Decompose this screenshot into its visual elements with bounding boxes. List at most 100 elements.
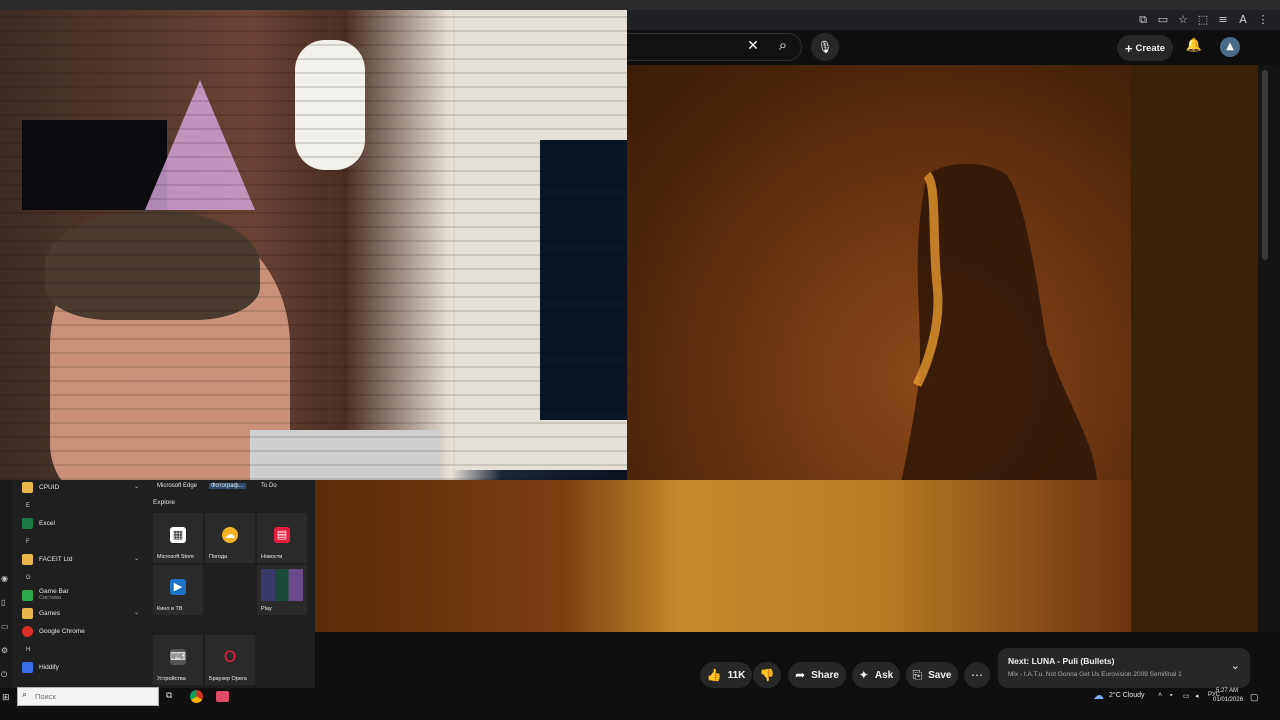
create-label: Create xyxy=(1135,42,1166,54)
plus-icon: + xyxy=(1124,40,1133,56)
video-frame-glow xyxy=(315,480,1131,632)
taskbar-search-input[interactable] xyxy=(17,687,159,706)
chevron-down-icon[interactable]: ⌄ xyxy=(1231,659,1240,672)
browser-tab-strip xyxy=(0,0,1280,10)
search-icon: ⌕ xyxy=(22,690,28,700)
folder-icon xyxy=(22,553,33,565)
notifications-bell-icon[interactable]: 🔔 xyxy=(1185,38,1203,56)
like-count: 11K xyxy=(727,669,746,681)
voice-search-icon[interactable]: 🎙 xyxy=(811,33,839,61)
search-icon[interactable]: ⌕ xyxy=(773,36,793,56)
tile-microsoft-edge[interactable]: Microsoft Edge xyxy=(157,483,197,489)
tile-devices[interactable]: ⌨ Устройства xyxy=(153,635,203,685)
ask-button[interactable]: ✦ Ask xyxy=(852,662,900,688)
more-actions-button[interactable]: ⋯ xyxy=(964,662,990,688)
translate-icon[interactable]: A xyxy=(1236,13,1250,27)
like-button[interactable]: 👍 11K xyxy=(700,662,752,688)
thumbs-down-icon: 👎 xyxy=(759,668,775,682)
cast-icon[interactable]: ▭ xyxy=(1156,13,1170,27)
tile-movies-tv[interactable]: ▶ Кино и ТВ xyxy=(153,565,203,615)
share-button[interactable]: ➦ Share xyxy=(788,662,846,688)
excel-icon xyxy=(22,517,33,529)
chevron-down-icon[interactable]: ⌄ xyxy=(134,555,139,562)
tile-weather[interactable]: ☁ Погода xyxy=(205,513,255,563)
tile-microsoft-store[interactable]: ▦ Microsoft Store xyxy=(153,513,203,563)
browser-toolbar: ⧉ ▭ ☆ ⬚ ≡ A ⋮ xyxy=(627,10,1280,30)
extensions-icon[interactable]: ⬚ xyxy=(1196,13,1210,27)
documents-icon[interactable]: ▯ xyxy=(1,598,5,607)
start-app-google-chrome[interactable]: Google Chrome xyxy=(22,623,85,639)
tray-app-icon[interactable]: ▪ xyxy=(1170,692,1172,699)
volume-icon[interactable]: ◂ xyxy=(1195,692,1199,700)
game-bar-icon xyxy=(22,589,33,601)
opera-icon: O xyxy=(223,647,237,666)
task-view-icon[interactable]: ⧉ xyxy=(166,690,172,701)
bookmark-icon: ⎘ xyxy=(912,667,923,682)
start-app-games[interactable]: Games xyxy=(22,605,60,621)
media-control-icon[interactable]: ≡ xyxy=(1216,13,1230,27)
scrollbar-thumb[interactable] xyxy=(1262,70,1268,260)
video-edge xyxy=(1131,65,1258,632)
weather-status[interactable]: 2°C Cloudy xyxy=(1109,692,1144,699)
chrome-icon xyxy=(22,625,33,637)
settings-icon[interactable]: ⚙ xyxy=(1,646,8,655)
up-next-subtitle: Mix - t.A.T.u. Not Gonna Get Us Eurovisi… xyxy=(1008,671,1182,678)
chrome-taskbar-icon[interactable] xyxy=(190,690,203,703)
open-in-new-icon[interactable]: ⧉ xyxy=(1136,13,1150,27)
tile-photos[interactable]: Фотограф... xyxy=(209,483,246,489)
start-app-excel[interactable]: Excel xyxy=(22,515,55,531)
devices-icon: ⌨ xyxy=(170,649,186,665)
letter-heading[interactable]: G xyxy=(26,575,31,581)
create-button[interactable]: + Create xyxy=(1117,35,1173,61)
webcam-texture xyxy=(0,10,627,480)
app-taskbar-icon[interactable] xyxy=(216,691,229,702)
tile-opera[interactable]: O Браузер Opera xyxy=(205,635,255,685)
folder-icon xyxy=(22,607,33,619)
power-icon[interactable]: ⏻ xyxy=(1,670,7,680)
avatar[interactable]: ▲ xyxy=(1220,37,1240,57)
sparkle-icon: ✦ xyxy=(858,668,869,682)
explore-heading: Explore xyxy=(153,499,176,506)
cloud-icon: ☁ xyxy=(1093,690,1104,702)
pictures-icon[interactable]: ▭ xyxy=(1,622,9,631)
start-app-faceit[interactable]: FACEIT Ltd xyxy=(22,551,72,567)
chevron-down-icon[interactable]: ⌄ xyxy=(134,483,139,490)
start-app-cpuid[interactable]: CPUID xyxy=(22,479,59,495)
letter-heading[interactable]: E xyxy=(26,503,30,509)
letter-heading[interactable]: H xyxy=(26,647,30,653)
start-app-hiddify[interactable]: Hiddify xyxy=(22,659,59,675)
folder-icon xyxy=(22,481,33,493)
more-horizontal-icon: ⋯ xyxy=(971,668,983,682)
ask-label: Ask xyxy=(874,669,894,681)
start-app-game-bar[interactable]: Game Bar Система xyxy=(22,586,69,604)
letter-heading[interactable]: F xyxy=(26,539,30,545)
save-button[interactable]: ⎘ Save xyxy=(906,662,958,688)
tile-news[interactable]: ▤ Новости xyxy=(257,513,307,563)
notifications-icon[interactable]: ▢ xyxy=(1250,692,1259,703)
tile-play[interactable]: Play xyxy=(257,565,307,615)
share-icon: ➦ xyxy=(795,668,806,682)
movies-icon: ▶ xyxy=(170,579,186,595)
tray-chevron-icon[interactable]: ˄ xyxy=(1158,692,1162,699)
network-icon[interactable]: ▭ xyxy=(1183,692,1190,700)
up-next-panel[interactable]: Next: LUNA - Puli (Bullets) Mix - t.A.T.… xyxy=(998,648,1250,688)
clock-time[interactable]: 5:27 AM xyxy=(1216,688,1238,694)
browser-menu-icon[interactable]: ⋮ xyxy=(1256,13,1270,27)
up-next-title: Next: LUNA - Puli (Bullets) xyxy=(1008,656,1115,666)
hiddify-icon xyxy=(22,661,33,673)
share-label: Share xyxy=(811,669,839,681)
tile-to-do[interactable]: To Do xyxy=(261,483,277,489)
thumbs-up-icon: 👍 xyxy=(706,668,722,682)
user-icon[interactable]: ◉ xyxy=(1,574,8,583)
dislike-button[interactable]: 👎 xyxy=(753,662,781,688)
play-folder-thumbnails xyxy=(261,569,303,601)
chevron-down-icon[interactable]: ⌄ xyxy=(134,609,139,616)
bookmark-star-icon[interactable]: ☆ xyxy=(1176,13,1190,27)
clear-search-icon[interactable]: ✕ xyxy=(745,38,761,56)
save-label: Save xyxy=(928,669,952,681)
news-icon: ▤ xyxy=(274,527,290,543)
clock-date[interactable]: 01/01/2026 xyxy=(1213,697,1243,703)
start-menu-rail: ◉ ▯ ▭ ⚙ ⏻ xyxy=(0,480,12,688)
weather-icon: ☁ xyxy=(222,527,238,543)
windows-start-icon[interactable]: ⊞ xyxy=(2,692,10,703)
